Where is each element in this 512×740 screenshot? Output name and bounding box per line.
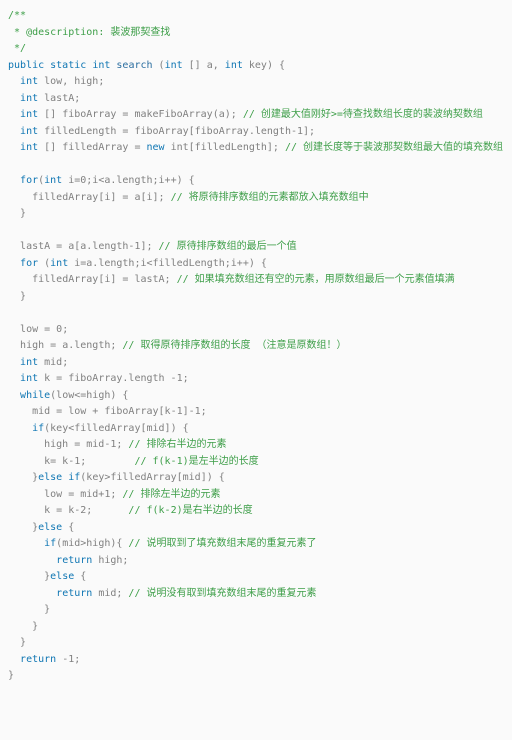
stmt: low = 0; <box>20 324 68 335</box>
brace: } <box>20 208 26 219</box>
comment: // 创建长度等于裴波那契数组最大值的填充数组 <box>285 142 503 153</box>
stmt: (low<=high) { <box>50 390 128 401</box>
keyword: if <box>32 423 44 434</box>
brace: } <box>20 637 26 648</box>
stmt: mid; <box>92 588 128 599</box>
stmt: low = mid+1; <box>44 489 122 500</box>
type: int <box>165 60 183 71</box>
comment: // f(k-2)是右半边的长度 <box>128 505 252 516</box>
type: int <box>20 126 38 137</box>
decl: low, high; <box>38 76 104 87</box>
type: int <box>20 357 38 368</box>
comment: // 排除右半边的元素 <box>128 439 226 450</box>
stmt: k= k-1; <box>44 456 134 467</box>
code-block: /** * @description: 裴波那契查找 */ public sta… <box>8 8 504 685</box>
stmt: -1; <box>56 654 80 665</box>
stmt: high = a.length; <box>20 340 122 351</box>
keyword: for <box>20 258 38 269</box>
comment: // 将原待排序数组的元素都放入填充数组中 <box>171 192 369 203</box>
decl: mid; <box>38 357 68 368</box>
keyword: if <box>44 538 56 549</box>
comment: // 说明没有取到填充数组末尾的重复元素 <box>128 588 316 599</box>
stmt: high; <box>92 555 128 566</box>
type: int <box>225 60 243 71</box>
punct: ( <box>153 60 165 71</box>
stmt: i=0;i<a.length;i++) { <box>62 175 194 186</box>
stmt: lastA = a[a.length-1]; <box>20 241 158 252</box>
stmt: filledArray[i] = lastA; <box>32 274 177 285</box>
keyword: else <box>38 522 62 533</box>
stmt: mid = low + fiboArray[k-1]-1; <box>32 406 207 417</box>
keyword: else <box>38 472 62 483</box>
brace: } <box>44 604 50 615</box>
stmt: { <box>62 522 74 533</box>
stmt: filledLength = fiboArray[fiboArray.lengt… <box>38 126 315 137</box>
type: int <box>50 258 68 269</box>
comment: // 如果填充数组还有空的元素，用原数组最后一个元素值填满 <box>177 274 455 285</box>
stmt: int[filledLength]; <box>165 142 285 153</box>
brace: } <box>32 621 38 632</box>
brace: } <box>20 291 26 302</box>
stmt: (key>filledArray[mid]) { <box>80 472 225 483</box>
comment: // 排除左半边的元素 <box>122 489 220 500</box>
func-name: search <box>116 60 152 71</box>
param: key) { <box>243 60 285 71</box>
type: int <box>44 175 62 186</box>
type: int <box>20 109 38 120</box>
brace: } <box>8 670 14 681</box>
stmt: filledArray[i] = a[i]; <box>32 192 170 203</box>
stmt: i=a.length;i<filledLength;i++) { <box>68 258 267 269</box>
type: int <box>92 60 110 71</box>
keyword: else <box>50 571 74 582</box>
keyword: for <box>20 175 38 186</box>
comment: // 原待排序数组的最后一个值 <box>159 241 297 252</box>
keyword: if <box>62 472 80 483</box>
stmt: (mid>high){ <box>56 538 128 549</box>
stmt: k = k-2; <box>44 505 128 516</box>
stmt: k = fiboArray.length -1; <box>38 373 189 384</box>
comment: // f(k-1)是左半边的长度 <box>134 456 258 467</box>
type: int <box>20 142 38 153</box>
stmt: high = mid-1; <box>44 439 128 450</box>
comment: // 创建最大值刚好>=待查找数组长度的裴波纳契数组 <box>243 109 483 120</box>
stmt: [] filledArray = <box>38 142 146 153</box>
comment: */ <box>8 43 26 54</box>
type: int <box>20 76 38 87</box>
comment: * @description: 裴波那契查找 <box>8 27 170 38</box>
keyword: while <box>20 390 50 401</box>
keyword: public static <box>8 60 86 71</box>
keyword: new <box>146 142 164 153</box>
param: [] a, <box>183 60 225 71</box>
stmt: (key<filledArray[mid]) { <box>44 423 189 434</box>
keyword: return <box>56 555 92 566</box>
keyword: return <box>20 654 56 665</box>
type: int <box>20 93 38 104</box>
stmt: { <box>74 571 86 582</box>
comment: // 说明取到了填充数组末尾的重复元素了 <box>128 538 316 549</box>
comment: /** <box>8 10 26 21</box>
type: int <box>20 373 38 384</box>
punct: ( <box>38 258 50 269</box>
stmt: [] fiboArray = makeFiboArray(a); <box>38 109 243 120</box>
comment: // 取得原待排序数组的长度 （注意是原数组！） <box>122 340 346 351</box>
keyword: return <box>56 588 92 599</box>
decl: lastA; <box>38 93 80 104</box>
